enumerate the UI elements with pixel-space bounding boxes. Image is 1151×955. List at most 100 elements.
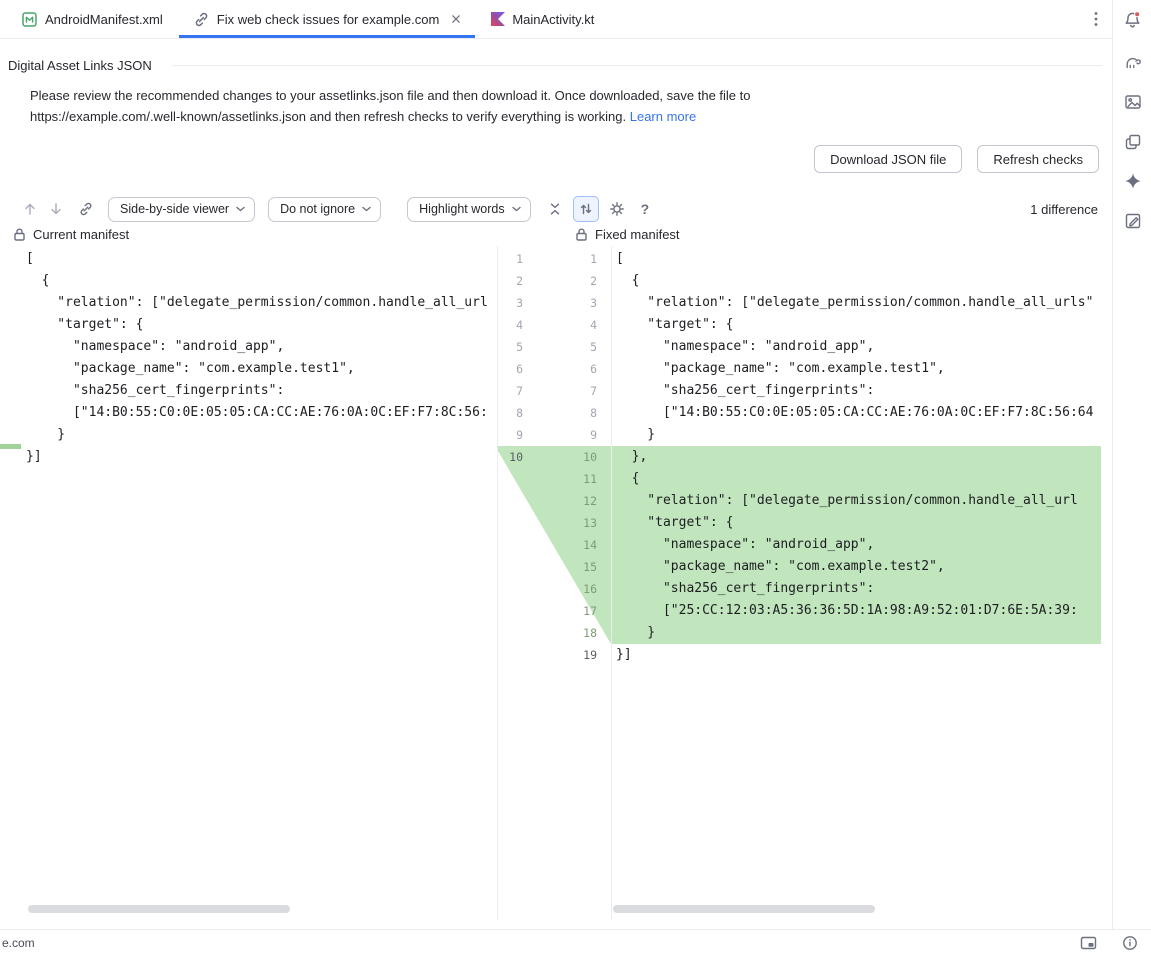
status-bar-icons [1080,935,1138,951]
code-line: "package_name": "com.example.test2", [612,556,1101,578]
line-number: 1 [498,248,523,270]
app-insights-icon[interactable] [1121,209,1144,232]
download-json-button[interactable]: Download JSON file [814,145,962,173]
viewer-mode-select[interactable]: Side-by-side viewer [108,197,255,222]
lock-icon [13,227,26,242]
code-line: "relation": ["delegate_permission/common… [0,292,497,314]
code-line: }] [612,644,1101,666]
android-studio-window: AndroidManifest.xml Fix web check issues… [0,0,1151,955]
chevron-down-icon [362,206,371,212]
line-number: 6 [498,358,523,380]
right-line-numbers: 12345678910111213141516171819 [553,248,597,666]
line-number: 8 [553,402,597,424]
tab-label: MainActivity.kt [512,12,594,27]
tab-label: Fix web check issues for example.com [217,12,440,27]
previous-difference-icon[interactable] [20,199,40,219]
pip-window-icon[interactable] [1080,936,1097,951]
resource-manager-icon[interactable] [1121,90,1144,113]
line-number: 7 [553,380,597,402]
left-horizontal-scrollbar[interactable] [28,905,290,913]
settings-gear-icon[interactable] [607,199,627,219]
code-line: ["14:B0:55:C0:0E:05:05:CA:CC:AE:76:0A:0C… [612,402,1101,424]
highlight-mode-select[interactable]: Highlight words [407,197,530,222]
line-number: 15 [553,556,597,578]
build-variants-icon[interactable] [1121,130,1144,153]
sync-scrolling-toggle[interactable] [573,196,599,222]
line-number: 6 [553,358,597,380]
code-line: "sha256_cert_fingerprints": [0,380,497,402]
line-number: 8 [498,402,523,424]
tab-fix-web-check[interactable]: Fix web check issues for example.com [178,0,477,38]
diff-viewer: [ { "relation": ["delegate_permission/co… [0,246,1112,920]
line-number: 3 [553,292,597,314]
line-number: 16 [553,578,597,600]
next-difference-icon[interactable] [46,199,66,219]
status-bar: e.com [0,929,1151,955]
line-number: 1 [553,248,597,270]
line-number: 5 [498,336,523,358]
status-text: e.com [0,936,35,950]
line-number: 12 [553,490,597,512]
line-number: 13 [553,512,597,534]
code-line: [ [0,248,497,270]
notifications-bell-icon[interactable] [1121,9,1144,32]
line-number: 9 [553,424,597,446]
code-line: [ [612,248,1101,270]
lock-icon [575,227,588,242]
viewer-mode-value: Side-by-side viewer [120,202,229,216]
code-line: }] [0,446,497,468]
refresh-checks-button[interactable]: Refresh checks [977,145,1099,173]
tab-mainactivity[interactable]: MainActivity.kt [476,0,609,38]
line-number: 2 [553,270,597,292]
line-number: 7 [498,380,523,402]
right-pane-title: Fixed manifest [575,227,680,242]
line-number: 9 [498,424,523,446]
code-line: } [612,424,1101,446]
editor-tab-bar: AndroidManifest.xml Fix web check issues… [0,0,1112,39]
fixed-manifest-pane[interactable]: [ { "relation": ["delegate_permission/co… [612,246,1101,920]
insertion-marker [0,444,21,449]
line-number: 3 [498,292,523,314]
difference-count: 1 difference [1030,202,1098,217]
learn-more-link[interactable]: Learn more [630,109,696,124]
tab-label: AndroidManifest.xml [45,12,163,27]
jump-to-source-icon[interactable] [76,199,96,219]
left-pane-title-label: Current manifest [33,227,129,242]
code-line: ["25:CC:12:03:A5:36:36:5D:1A:98:A9:52:01… [612,600,1101,622]
tab-androidmanifest[interactable]: AndroidManifest.xml [6,0,178,38]
code-line: { [0,270,497,292]
gradle-icon[interactable] [1121,51,1144,74]
fixed-manifest-code: [ { "relation": ["delegate_permission/co… [612,248,1101,666]
line-number: 4 [553,314,597,336]
line-number: 17 [553,600,597,622]
right-horizontal-scrollbar[interactable] [613,905,875,913]
help-icon[interactable]: ? [641,201,650,217]
code-line: "namespace": "android_app", [612,534,1101,556]
code-line: }, [612,446,1101,468]
line-number: 14 [553,534,597,556]
description-text: Please review the recommended changes to… [30,85,1045,127]
section-divider [172,65,1102,66]
link-icon [193,11,210,28]
manifest-file-icon [21,11,38,28]
current-manifest-pane[interactable]: [ { "relation": ["delegate_permission/co… [0,246,497,920]
code-line: } [612,622,1101,644]
chevron-down-icon [236,206,245,212]
right-pane-title-label: Fixed manifest [595,227,680,242]
more-options-icon[interactable] [1087,10,1105,28]
right-tool-window-bar [1112,0,1151,929]
code-line: "sha256_cert_fingerprints": [612,578,1101,600]
code-line: } [0,424,497,446]
line-number: 10 [553,446,597,468]
close-icon[interactable] [451,14,461,24]
diff-toolbar: Side-by-side viewer Do not ignore Highli… [0,195,1112,223]
ignore-policy-select[interactable]: Do not ignore [268,197,381,222]
inspections-status-icon[interactable] [1122,935,1138,951]
description-line-1: Please review the recommended changes to… [30,88,750,103]
line-number: 11 [553,468,597,490]
line-number: 10 [498,446,523,468]
code-line: ["14:B0:55:C0:0E:05:05:CA:CC:AE:76:0A:0C… [0,402,497,424]
line-number: 18 [553,622,597,644]
collapse-unchanged-icon[interactable] [545,199,565,219]
gemini-icon[interactable] [1121,169,1144,192]
